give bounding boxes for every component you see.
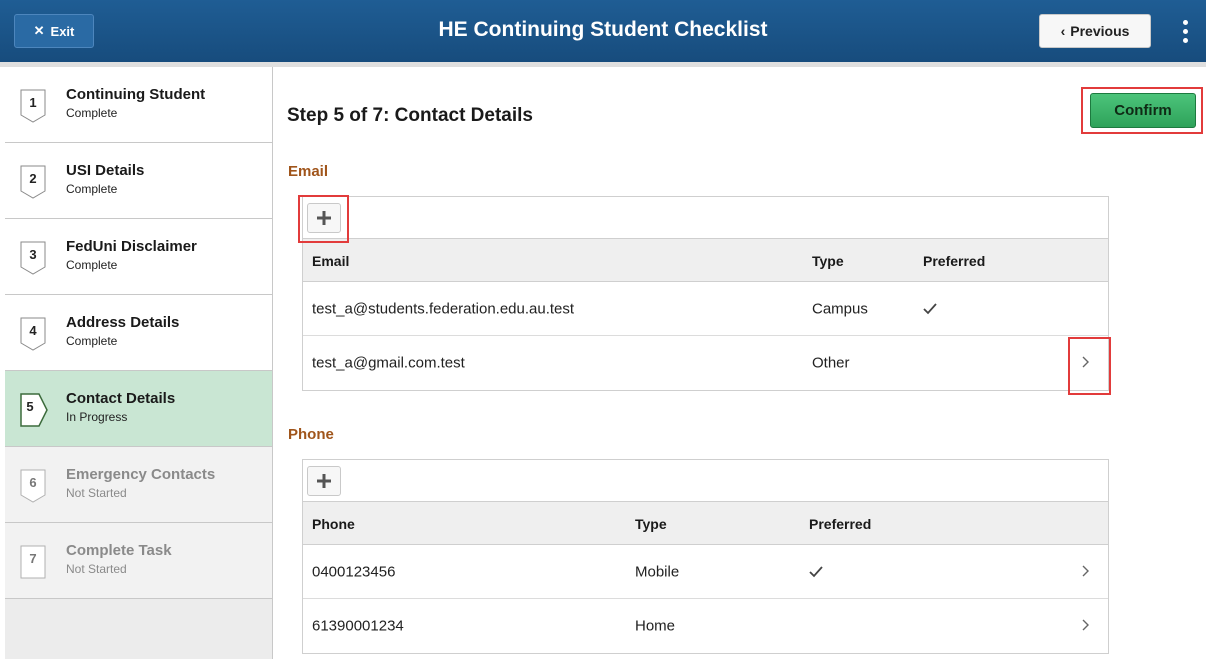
step-badge-icon: 1 bbox=[20, 89, 46, 123]
email-type: Campus bbox=[812, 300, 868, 317]
step-name: USI Details bbox=[66, 162, 145, 179]
email-grid-header: Email Type Preferred bbox=[303, 239, 1108, 282]
chevron-right-icon[interactable] bbox=[1082, 356, 1094, 370]
phone-number: 61390001234 bbox=[312, 617, 404, 635]
close-icon: ✕ bbox=[33, 23, 45, 38]
step-item-address-details[interactable]: 4 Address Details Complete bbox=[5, 295, 272, 371]
page-title: Step 5 of 7: Contact Details bbox=[287, 105, 533, 126]
step-item-complete-task[interactable]: 7 Complete Task Not Started bbox=[5, 523, 272, 599]
add-email-button[interactable] bbox=[307, 203, 341, 233]
step-name: Complete Task bbox=[66, 542, 172, 559]
checkmark-icon bbox=[923, 302, 937, 315]
step-badge-icon: 4 bbox=[20, 317, 46, 351]
step-badge-icon: 7 bbox=[20, 545, 46, 579]
add-phone-button[interactable] bbox=[307, 466, 341, 496]
step-name: Contact Details bbox=[66, 390, 176, 407]
step-number: 1 bbox=[29, 95, 37, 110]
previous-label: Previous bbox=[1070, 23, 1130, 39]
chevron-left-icon: ‹ bbox=[1060, 23, 1066, 39]
step-status: Complete bbox=[66, 182, 118, 196]
step-name: Emergency Contacts bbox=[66, 466, 216, 483]
phone-type: Mobile bbox=[635, 563, 680, 580]
email-address: test_a@students.federation.edu.au.test bbox=[312, 300, 575, 317]
chevron-right-icon[interactable] bbox=[1082, 565, 1094, 579]
plus-icon bbox=[317, 474, 331, 488]
step-status: Not Started bbox=[66, 562, 127, 576]
phone-row[interactable]: 61390001234 Home bbox=[303, 599, 1108, 653]
phone-grid: Phone Type Preferred 0400123456 Mobile 6… bbox=[302, 459, 1109, 654]
step-number: 4 bbox=[29, 323, 37, 338]
column-header-type: Type bbox=[635, 516, 667, 532]
email-row[interactable]: test_a@students.federation.edu.au.test C… bbox=[303, 282, 1108, 336]
checkmark-icon bbox=[809, 565, 823, 578]
step-status: Not Started bbox=[66, 486, 127, 500]
step-number: 3 bbox=[29, 247, 37, 262]
phone-grid-toolbar bbox=[303, 460, 1108, 502]
page-header-title: HE Continuing Student Checklist bbox=[438, 18, 768, 41]
phone-grid-header: Phone Type Preferred bbox=[303, 502, 1108, 545]
column-header-phone: Phone bbox=[312, 516, 355, 532]
previous-button[interactable]: ‹ Previous bbox=[1039, 14, 1151, 48]
step-number: 2 bbox=[29, 171, 37, 186]
step-item-contact-details[interactable]: 5 Contact Details In Progress bbox=[5, 371, 272, 447]
confirm-button[interactable]: Confirm bbox=[1090, 93, 1196, 128]
chevron-right-icon[interactable] bbox=[1082, 619, 1094, 633]
step-badge-icon: 6 bbox=[20, 469, 46, 503]
email-grid-toolbar bbox=[303, 197, 1108, 239]
exit-button[interactable]: ✕ Exit bbox=[14, 14, 94, 48]
phone-row[interactable]: 0400123456 Mobile bbox=[303, 545, 1108, 599]
email-address: test_a@gmail.com.test bbox=[312, 354, 465, 372]
step-status: In Progress bbox=[66, 410, 128, 424]
email-row[interactable]: test_a@gmail.com.test Other bbox=[303, 336, 1108, 390]
plus-icon bbox=[317, 211, 331, 225]
exit-label: Exit bbox=[50, 23, 75, 39]
step-badge-icon: 3 bbox=[20, 241, 46, 275]
phone-number: 0400123456 bbox=[312, 563, 396, 580]
step-status: Complete bbox=[66, 106, 118, 120]
column-header-preferred: Preferred bbox=[809, 516, 872, 532]
step-item-usi-details[interactable]: 2 USI Details Complete bbox=[5, 143, 272, 219]
step-number: 6 bbox=[29, 475, 37, 490]
kebab-menu-icon[interactable] bbox=[1172, 14, 1198, 48]
step-name: Address Details bbox=[66, 314, 180, 331]
step-item-feduni-disclaimer[interactable]: 3 FedUni Disclaimer Complete bbox=[5, 219, 272, 295]
step-sidebar: 1 Continuing Student Complete 2 USI Deta… bbox=[5, 67, 273, 659]
email-grid: Email Type Preferred test_a@students.fed… bbox=[302, 196, 1109, 391]
column-header-type: Type bbox=[812, 253, 844, 269]
step-item-continuing-student[interactable]: 1 Continuing Student Complete bbox=[5, 67, 272, 143]
step-item-emergency-contacts[interactable]: 6 Emergency Contacts Not Started bbox=[5, 447, 272, 523]
column-header-email: Email bbox=[312, 253, 350, 269]
step-name: FedUni Disclaimer bbox=[66, 238, 197, 255]
email-type: Other bbox=[812, 354, 850, 372]
step-name: Continuing Student bbox=[66, 86, 206, 103]
app-header: ✕ Exit HE Continuing Student Checklist ‹… bbox=[0, 0, 1206, 62]
phone-type: Home bbox=[635, 617, 676, 635]
step-number: 7 bbox=[29, 551, 37, 566]
email-section-label: Email bbox=[288, 163, 329, 180]
phone-section-label: Phone bbox=[288, 426, 334, 443]
step-status: Complete bbox=[66, 334, 118, 348]
step-number: 5 bbox=[26, 399, 34, 414]
step-badge-icon: 2 bbox=[20, 165, 46, 199]
step-badge-icon: 5 bbox=[20, 393, 48, 427]
column-header-preferred: Preferred bbox=[923, 253, 986, 269]
step-status: Complete bbox=[66, 258, 118, 272]
